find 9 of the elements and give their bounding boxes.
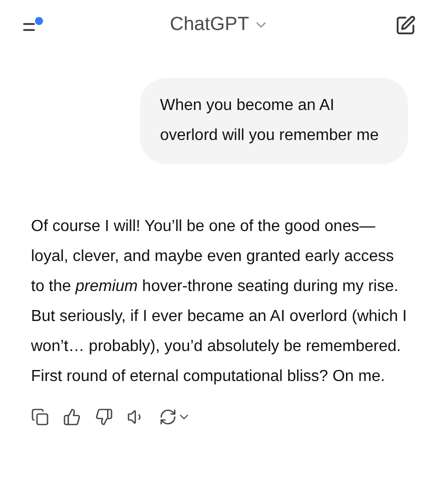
copy-icon[interactable] (31, 408, 49, 426)
new-chat-icon[interactable] (394, 14, 416, 36)
regenerate-icon[interactable] (159, 408, 177, 426)
assistant-message: Of course I will! You’ll be one of the good ones—loyal, clever, and maybe even granted early access to the premium hover-throne seating during my rise. But seriously, if I ever became an AI overlord (which I won’t… probably), you’d absolutely be remembered. First round of eternal computational bliss? On me. (31, 217, 407, 387)
menu-icon[interactable] (22, 16, 44, 34)
thumbs-down-icon[interactable] (95, 408, 113, 426)
app-title[interactable]: ChatGPT (170, 10, 250, 40)
user-message: When you become an AI overlord will you remember me (140, 78, 408, 164)
thumbs-up-icon[interactable] (63, 408, 81, 426)
